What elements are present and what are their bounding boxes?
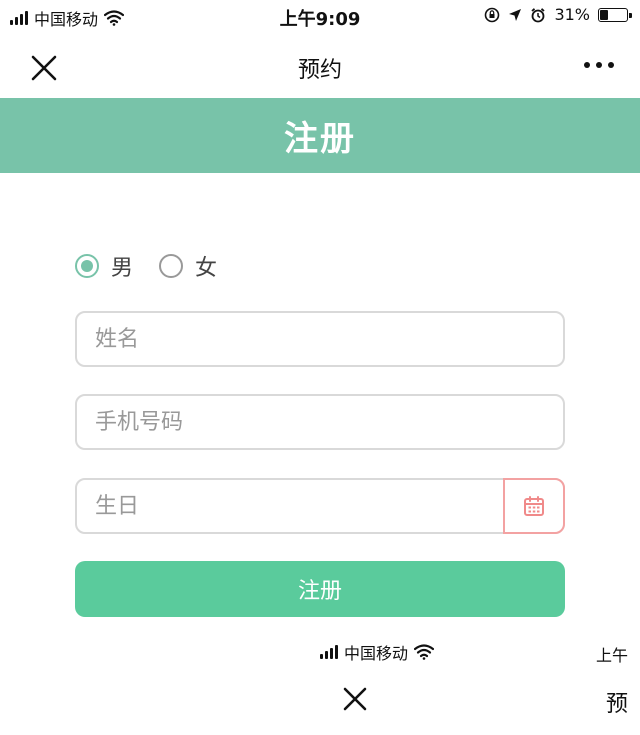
overlay-time: 上午 [596,646,629,665]
status-right: 31% [484,5,632,24]
gender-label-male: 男 [111,256,134,281]
phone-input[interactable] [77,396,563,448]
orientation-lock-icon [485,7,500,22]
overlay-status-bar: 中国移动 [320,640,435,664]
birthday-input[interactable] [77,480,507,532]
battery-icon [598,7,632,22]
date-picker-button[interactable] [503,478,565,534]
battery-percent: 31% [554,5,590,24]
wifi-icon [414,644,435,660]
page-title: 预约 [297,58,342,83]
gender-radio-group: 男 女 [75,250,243,282]
phone-field-container [75,394,565,450]
gender-option-male[interactable]: 男 [75,250,133,282]
register-submit-button[interactable]: 注册 [75,561,565,617]
more-icon[interactable] [582,50,616,80]
close-icon[interactable] [340,684,370,714]
location-icon [509,8,522,21]
alarm-icon [531,7,546,22]
banner-title: 注册 [284,119,356,159]
overlay-page-title: 预 [606,692,629,717]
radio-unchecked-icon[interactable] [159,254,184,278]
overlay-carrier-label: 中国移动 [344,644,409,663]
calendar-icon [524,496,544,516]
battery-level [600,9,608,20]
name-field-container [75,311,565,367]
gender-option-female[interactable]: 女 [159,250,217,282]
gender-label-female: 女 [195,256,218,281]
signal-icon [320,645,338,659]
register-banner: 注册 [0,98,640,173]
status-bar: 中国移动 上午9:09 31% [0,0,640,36]
name-input[interactable] [77,313,563,365]
radio-checked-icon[interactable] [75,254,99,278]
nav-bar: 预约 [0,36,640,98]
birthday-field-container [75,478,565,534]
